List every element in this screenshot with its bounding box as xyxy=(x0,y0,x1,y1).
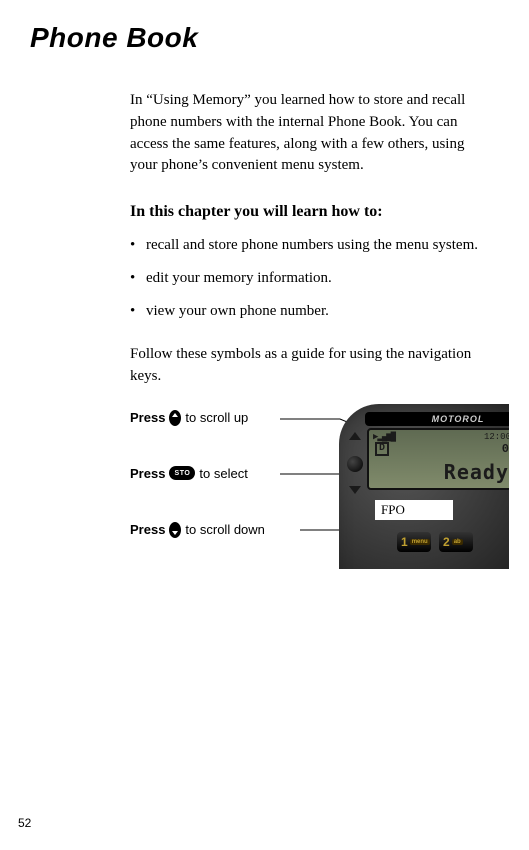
scroll-up-instruction: Press to scroll up xyxy=(130,410,248,426)
select-label: to select xyxy=(199,466,247,481)
select-instruction: Press STO to select xyxy=(130,466,248,481)
key-1-sub: menu xyxy=(410,539,430,545)
scroll-down-instruction: Press to scroll down xyxy=(130,522,265,538)
scroll-up-label: to scroll up xyxy=(185,410,248,425)
follow-paragraph: Follow these symbols as a guide for usin… xyxy=(130,344,489,388)
phone-nav-up-icon xyxy=(349,432,361,440)
key-1-number: 1 xyxy=(401,535,408,549)
sto-button-icon: STO xyxy=(169,466,195,480)
press-label: Press xyxy=(130,522,165,537)
learn-list: recall and store phone numbers using the… xyxy=(130,235,489,322)
list-item: view your own phone number. xyxy=(130,301,489,322)
page-number: 52 xyxy=(18,816,31,830)
phone-screen: ▶▂▄▆█ 12:00 D 0 Ready xyxy=(367,428,509,490)
list-item: edit your memory information. xyxy=(130,268,489,289)
phone-key-1: 1 menu xyxy=(397,532,431,552)
brand-label: MOTOROL xyxy=(365,412,509,426)
phone-nav-down-icon xyxy=(349,486,361,494)
nav-keys-diagram: Press to scroll up Press STO to select P… xyxy=(130,410,489,580)
press-label: Press xyxy=(130,466,165,481)
d-indicator: D xyxy=(375,442,389,456)
zero-indicator: 0 xyxy=(502,442,509,456)
fpo-label: FPO xyxy=(375,500,453,520)
signal-icon: ▶▂▄▆█ xyxy=(373,432,395,442)
key-2-sub: ab xyxy=(452,539,463,545)
phone-nav-select-icon xyxy=(347,456,363,472)
key-2-number: 2 xyxy=(443,535,450,549)
arrow-down-icon xyxy=(169,522,181,538)
phone-key-2: 2 ab xyxy=(439,532,473,552)
scroll-down-label: to scroll down xyxy=(185,522,264,537)
time-label: 12:00 xyxy=(484,432,509,442)
arrow-up-icon xyxy=(169,410,181,426)
list-item: recall and store phone numbers using the… xyxy=(130,235,489,256)
ready-label: Ready xyxy=(369,456,509,484)
chapter-subhead: In this chapter you will learn how to: xyxy=(130,203,489,221)
page-title: Phone Book xyxy=(30,22,499,54)
intro-paragraph: In “Using Memory” you learned how to sto… xyxy=(130,90,489,177)
press-label: Press xyxy=(130,410,165,425)
phone-illustration: MOTOROL ▶▂▄▆█ 12:00 D 0 Ready xyxy=(339,404,509,569)
